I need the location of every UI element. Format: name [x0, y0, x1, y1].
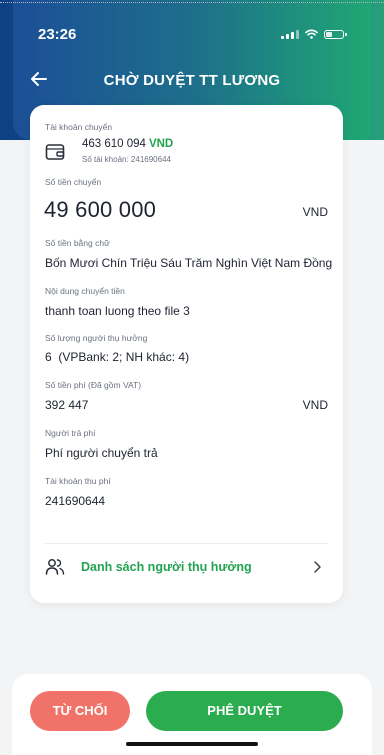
top-dotted-line [0, 2, 384, 3]
fee-payer-label: Người trả phí [45, 428, 96, 438]
users-icon [45, 557, 65, 577]
amount-label: Số tiền chuyển [45, 177, 102, 187]
fee-value: 392 447 [45, 398, 89, 412]
source-account-balance: 463 610 094 VND [82, 138, 173, 150]
wifi-icon [305, 29, 318, 39]
status-time: 23:26 [38, 26, 77, 43]
status-icons [281, 29, 347, 39]
balance-value: 463 610 094 [82, 138, 146, 150]
signal-icon [281, 29, 299, 39]
beneficiary-count-label: Số lượng người thụ hưởng [45, 333, 148, 343]
amount-words-label: Số tiền bằng chữ [45, 238, 110, 248]
wallet-icon [45, 143, 65, 161]
chevron-right-icon [312, 560, 322, 574]
fee-payer-value: Phí người chuyển trả [45, 446, 158, 460]
fee-unit: VND [302, 398, 328, 412]
beneficiary-list-label: Danh sách người thụ hưởng [81, 560, 252, 574]
amount-value: 49 600 000 [44, 197, 157, 222]
reject-button[interactable]: TỪ CHỐI [30, 691, 130, 731]
balance-currency: VND [148, 138, 174, 150]
battery-icon [324, 29, 347, 39]
source-account-label: Tài khoản chuyển [45, 122, 113, 132]
divider [45, 543, 328, 544]
fee-account-value: 241690644 [45, 494, 106, 508]
transfer-details-card: Tài khoản chuyển 463 610 094 VND Số tài k… [30, 105, 343, 603]
amount-unit: VND [302, 205, 328, 219]
beneficiary-list-link[interactable]: Danh sách người thụ hưởng [45, 553, 328, 583]
fee-label: Số tiền phí (Đã gồm VAT) [45, 380, 142, 390]
fee-account-label: Tài khoản thu phí [45, 476, 111, 486]
status-bar: 23:26 [38, 26, 347, 46]
content-value: thanh toan luong theo file 3 [45, 304, 190, 318]
approve-button[interactable]: PHÊ DUYỆT [146, 691, 343, 731]
amount-words-value: Bốn Mươi Chín Triệu Sáu Trăm Nghìn Việt … [45, 256, 333, 270]
content-label: Nội dung chuyển tiền [45, 286, 125, 296]
page-title: CHỜ DUYỆT TT LƯƠNG [103, 72, 281, 89]
beneficiary-count-value: 6 (VPBank: 2; NH khác: 4) [45, 350, 190, 364]
source-account-number: Số tài khoản: 241690644 [82, 155, 171, 164]
page-header: CHỜ DUYỆT TT LƯƠNG [0, 66, 384, 96]
home-indicator [126, 742, 258, 746]
